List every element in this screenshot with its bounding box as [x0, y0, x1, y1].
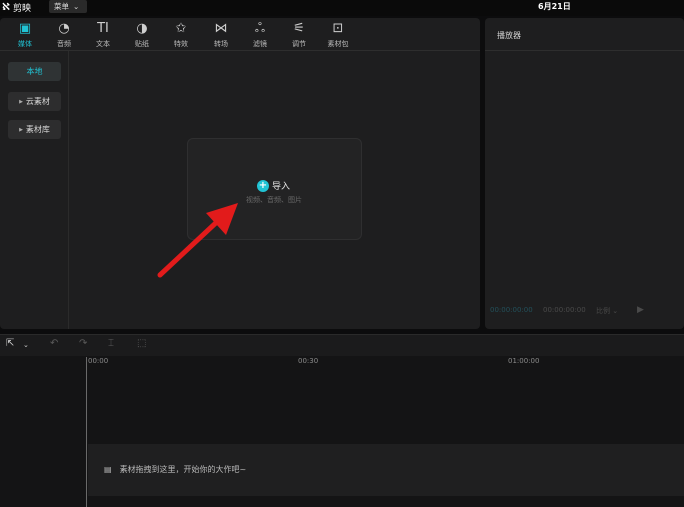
sidebar-item-local[interactable]: 本地 [8, 62, 61, 81]
tab-audio[interactable]: ◔ 音频 [44, 21, 84, 49]
import-label: 导入 [272, 182, 291, 192]
split-icon[interactable]: ⌶ [108, 338, 114, 349]
tab-label: 滤镜 [253, 40, 267, 48]
effect-icon: ✩ [175, 21, 187, 36]
sidebar-item-label: 云素材 [25, 97, 50, 106]
player-panel [485, 18, 684, 329]
tab-label: 媒体 [18, 40, 32, 48]
pack-icon: ⊡ [332, 21, 344, 36]
tab-pack[interactable]: ⊡ 素材包 [318, 21, 358, 49]
track-hint: ▤ 素材拖拽到这里，开始你的大作吧~ [104, 464, 246, 475]
tab-media[interactable]: ▣ 媒体 [5, 21, 45, 49]
sidebar-item-label: 本地 [26, 67, 43, 76]
select-tool-icon[interactable]: ⇱ [6, 338, 14, 349]
tab-effect[interactable]: ✩ 特效 [161, 21, 201, 49]
ratio-select[interactable]: 比例 ⌄ [596, 306, 618, 316]
timeline-toolbar [0, 334, 684, 356]
current-timecode: 00:00:00:00 [490, 306, 533, 314]
tab-sticker[interactable]: ◑ 贴纸 [122, 21, 162, 49]
annotation-arrow [157, 203, 238, 278]
menu-button[interactable]: 菜单 ⌄ [49, 0, 87, 13]
tab-label: 音频 [57, 40, 71, 48]
total-timecode: 00:00:00:00 [543, 306, 586, 314]
sticker-icon: ◑ [136, 21, 148, 36]
plus-icon: + [257, 179, 269, 192]
app-name: 剪映 [12, 4, 31, 14]
player-title: 播放器 [497, 31, 521, 40]
audio-icon: ◔ [58, 21, 70, 36]
ruler-tick: 01:00:00 [508, 357, 540, 365]
track-hint-text: 素材拖拽到这里，开始你的大作吧~ [119, 465, 247, 474]
transition-icon: ⋈ [214, 21, 228, 36]
chevron-down-icon[interactable]: ⌄ [23, 341, 29, 349]
adjust-icon: ⚟ [293, 21, 305, 36]
sidebar-item-library[interactable]: ▶ 素材库 [8, 120, 61, 139]
tab-filter[interactable]: ஃ 滤镜 [240, 21, 280, 49]
film-icon: ▤ [104, 465, 112, 474]
tab-label: 转场 [214, 40, 228, 48]
text-icon: TI [97, 21, 109, 36]
logo-icon: ℵ [2, 2, 10, 13]
ruler-tick: 00:00 [88, 357, 109, 365]
tab-text[interactable]: TI 文本 [83, 21, 123, 49]
media-sidebar: 本地 ▶ 云素材 ▶ 素材库 [0, 51, 69, 329]
chevron-down-icon: ⌄ [73, 2, 80, 11]
tab-label: 贴纸 [135, 40, 149, 48]
tab-adjust[interactable]: ⚟ 调节 [279, 21, 319, 49]
redo-icon[interactable]: ↷ [79, 338, 87, 349]
tab-label: 特效 [174, 40, 188, 48]
import-button[interactable]: + 导入 [257, 179, 290, 192]
play-button[interactable]: ▶ [637, 305, 644, 315]
ruler-tick: 00:30 [298, 357, 319, 365]
menu-label: 菜单 [54, 2, 69, 11]
filter-icon: ஃ [254, 21, 266, 36]
media-icon: ▣ [18, 21, 32, 36]
tab-label: 素材包 [327, 40, 349, 48]
app-logo: ℵ 剪映 [2, 1, 31, 14]
sidebar-item-label: 素材库 [25, 125, 50, 134]
project-date: 6月21日 [538, 2, 571, 11]
delete-icon[interactable]: ⬚ [137, 338, 146, 349]
asset-toolbar: ▣ 媒体 ◔ 音频 TI 文本 ◑ 贴纸 ✩ 特效 ⋈ 转场 ஃ 滤镜 ⚟ 调节… [0, 18, 480, 51]
caret-right-icon: ▶ [19, 126, 23, 133]
tab-transition[interactable]: ⋈ 转场 [201, 21, 241, 49]
sidebar-item-cloud[interactable]: ▶ 云素材 [8, 92, 61, 111]
chevron-down-icon: ⌄ [612, 307, 619, 315]
caret-right-icon: ▶ [19, 98, 23, 105]
tab-label: 调节 [292, 40, 306, 48]
title-bar [0, 0, 684, 16]
undo-icon[interactable]: ↶ [50, 338, 58, 349]
divider [485, 50, 684, 51]
tab-label: 文本 [96, 40, 110, 48]
ratio-label: 比例 [596, 307, 610, 315]
playhead[interactable] [86, 357, 87, 507]
import-hint: 视频、音频、图片 [246, 196, 302, 204]
